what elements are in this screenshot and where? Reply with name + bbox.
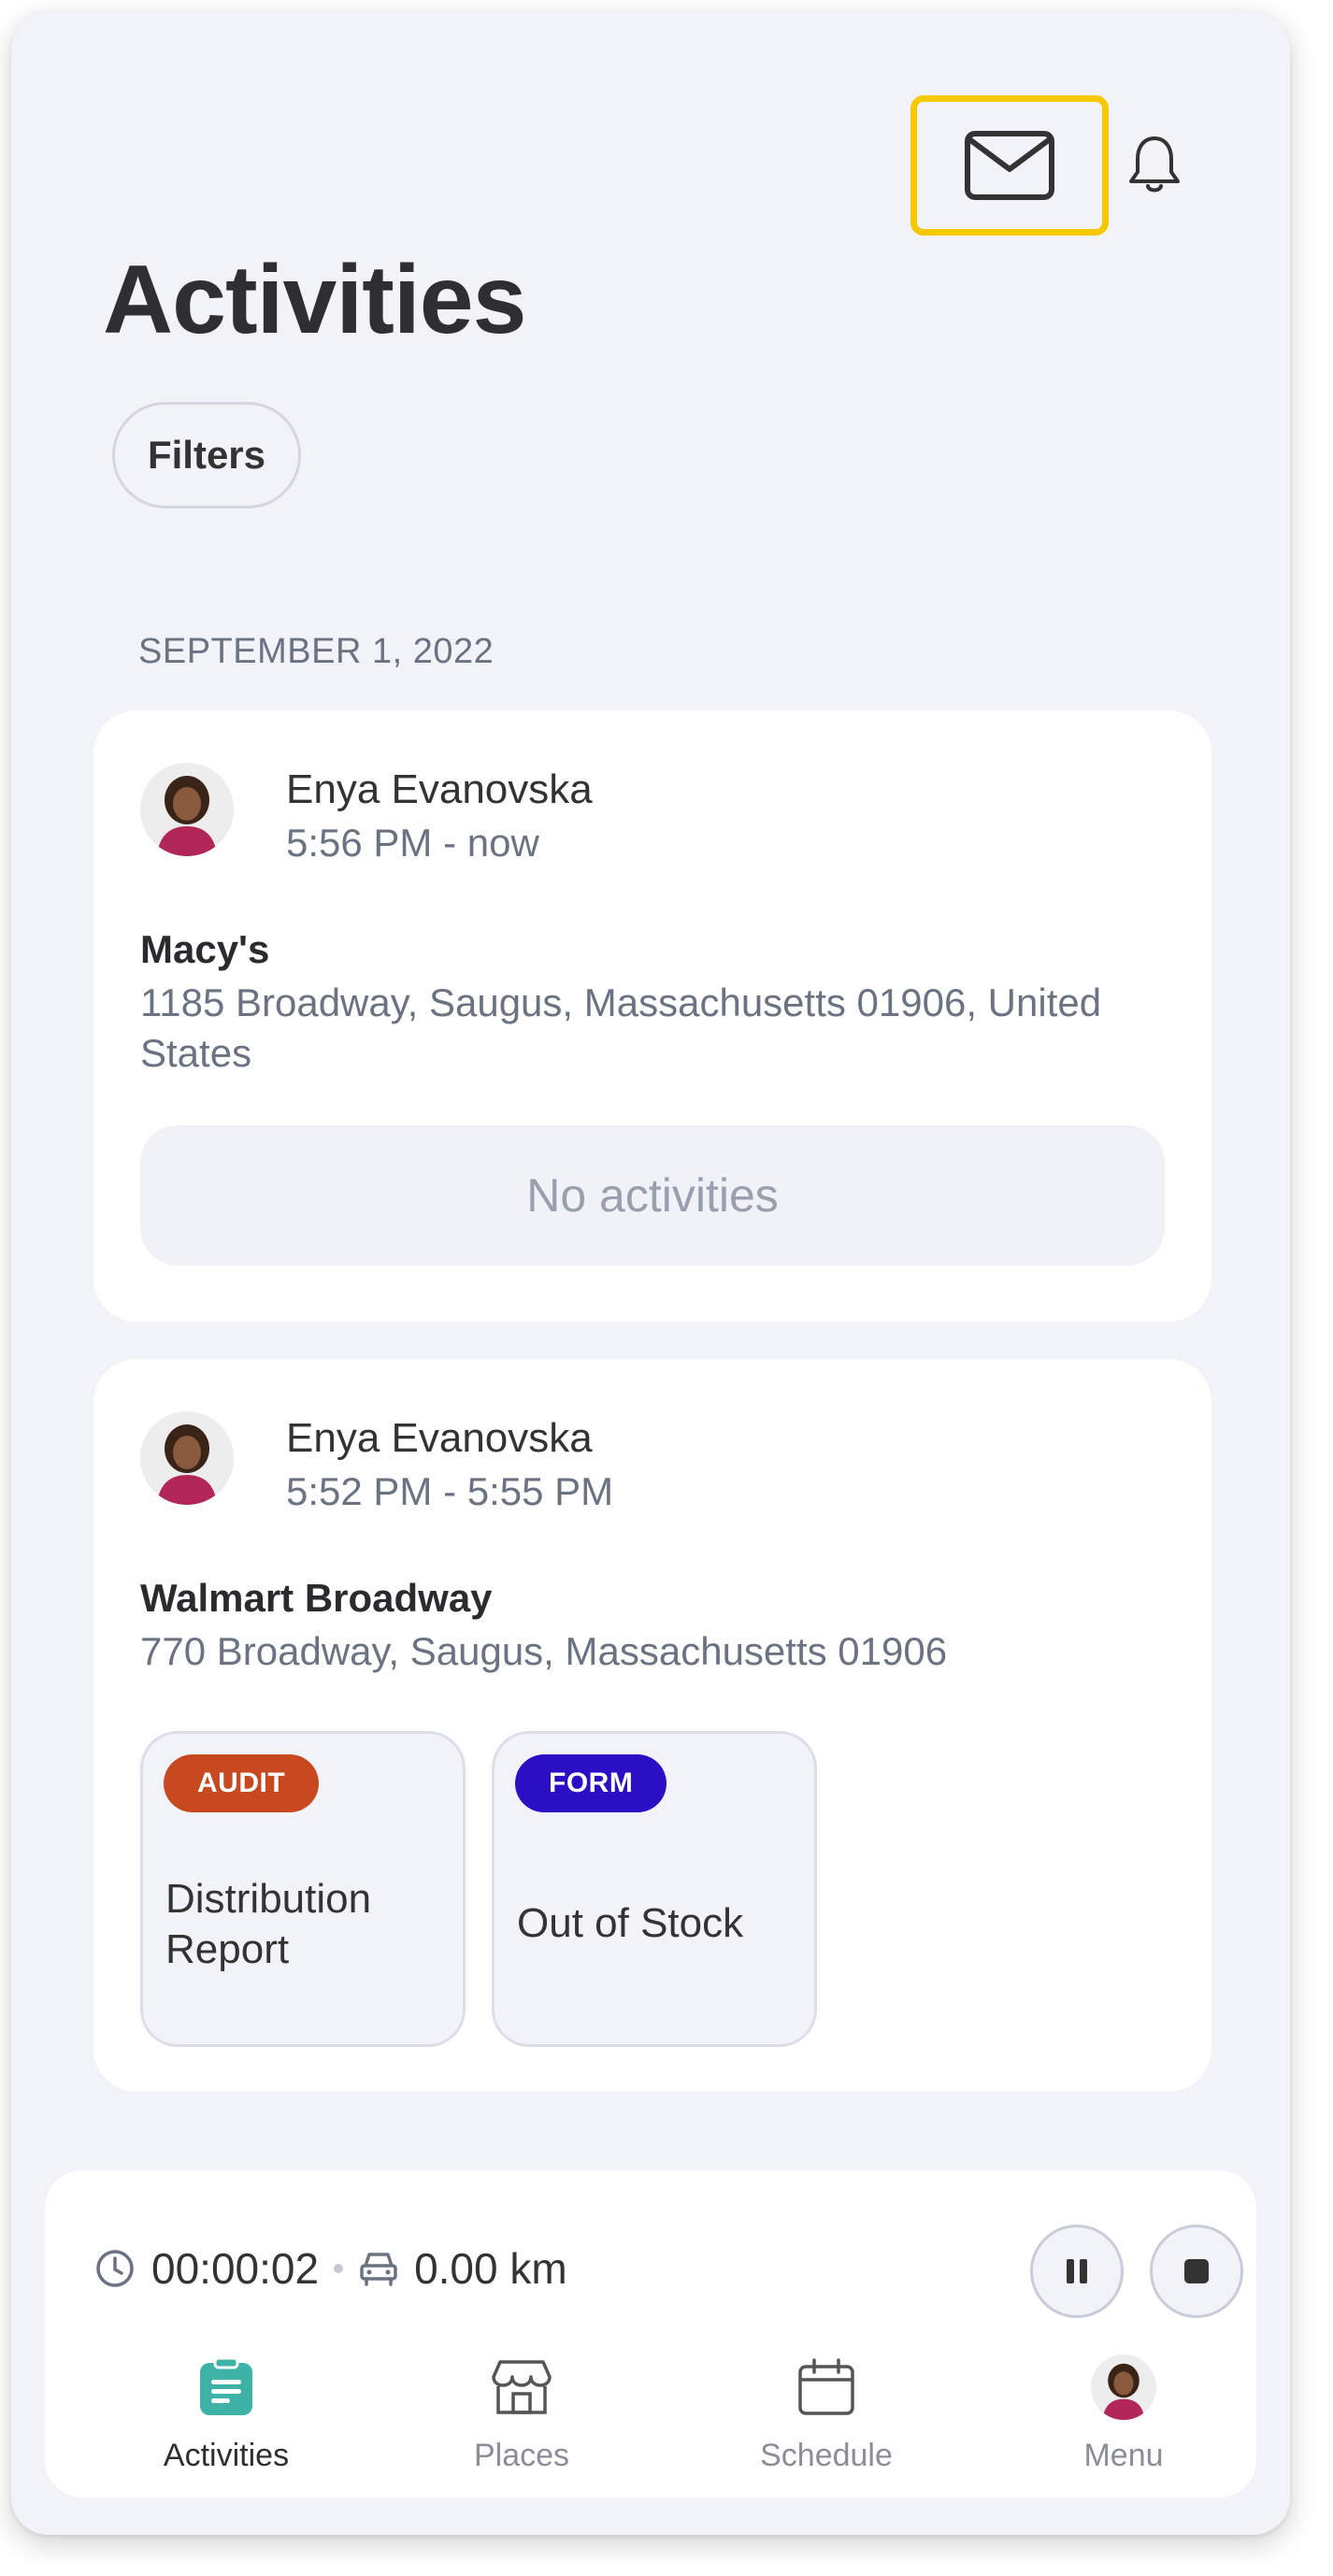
- date-group-header: SEPTEMBER 1, 2022: [138, 632, 494, 671]
- pause-button[interactable]: [1030, 2225, 1124, 2318]
- tab-places[interactable]: Places: [381, 2354, 662, 2474]
- tab-label: Menu: [1083, 2438, 1164, 2473]
- page-title: Activities: [103, 246, 526, 354]
- task-title: Distribution Report: [165, 1876, 372, 1972]
- store-icon: [492, 2360, 552, 2414]
- pause-icon: [1067, 2259, 1087, 2283]
- task-tile-audit[interactable]: AUDIT Distribution Report: [140, 1731, 466, 2047]
- tracking-panel: 00:00:02 0.00 km Activities Places Sched…: [45, 2170, 1256, 2497]
- task-title: Out of Stock: [517, 1900, 744, 1946]
- bell-icon: [1129, 136, 1180, 193]
- avatar: [1091, 2354, 1156, 2420]
- top-bar: [11, 95, 1290, 236]
- calendar-icon: [798, 2358, 854, 2415]
- visit-time: 5:52 PM - 5:55 PM: [286, 1469, 614, 1513]
- place-name: Macy's: [140, 927, 270, 971]
- clock-icon: [96, 2250, 134, 2287]
- notifications-button[interactable]: [1114, 125, 1195, 206]
- avatar: [140, 1411, 234, 1505]
- distance-value: 0.00 km: [414, 2244, 567, 2293]
- stop-button[interactable]: [1150, 2225, 1243, 2318]
- separator-dot: [334, 2264, 344, 2273]
- tab-activities[interactable]: Activities: [86, 2354, 366, 2474]
- user-name: Enya Evanovska: [286, 766, 593, 812]
- tracking-stats: 00:00:02 0.00 km: [95, 2226, 567, 2311]
- tab-menu[interactable]: Menu: [983, 2354, 1264, 2474]
- car-icon: [360, 2253, 397, 2286]
- bottom-tab-bar: Activities Places Schedule Menu: [45, 2354, 1256, 2497]
- task-type-badge: FORM: [515, 1754, 667, 1812]
- empty-activities: No activities: [140, 1125, 1165, 1266]
- place-address: 770 Broadway, Saugus, Massachusetts 0190…: [140, 1629, 948, 1673]
- timer-value: 00:00:02: [151, 2244, 320, 2293]
- place-name: Walmart Broadway: [140, 1576, 493, 1620]
- tab-label: Places: [473, 2438, 570, 2473]
- place-address: 1185 Broadway, Saugus, Massachusetts 019…: [140, 980, 1102, 1075]
- visit-card[interactable]: Enya Evanovska 5:52 PM - 5:55 PM Walmart…: [93, 1359, 1211, 2092]
- visit-time: 5:56 PM - now: [286, 821, 539, 865]
- task-type-badge: AUDIT: [164, 1754, 320, 1812]
- tab-schedule[interactable]: Schedule: [686, 2354, 967, 2474]
- user-name: Enya Evanovska: [286, 1415, 593, 1461]
- tab-label: Schedule: [760, 2438, 893, 2473]
- stop-icon: [1184, 2259, 1209, 2283]
- avatar: [140, 763, 234, 856]
- task-tile-form[interactable]: FORM Out of Stock: [492, 1731, 817, 2047]
- tab-label: Activities: [163, 2438, 290, 2473]
- filters-button[interactable]: Filters: [112, 402, 301, 508]
- inbox-button[interactable]: [910, 95, 1109, 236]
- mail-icon: [965, 131, 1054, 200]
- app-screen: Activities Filters SEPTEMBER 1, 2022 Eny…: [11, 11, 1290, 2535]
- clipboard-icon: [200, 2357, 252, 2415]
- visit-card[interactable]: Enya Evanovska 5:56 PM - now Macy's 1185…: [93, 710, 1211, 1322]
